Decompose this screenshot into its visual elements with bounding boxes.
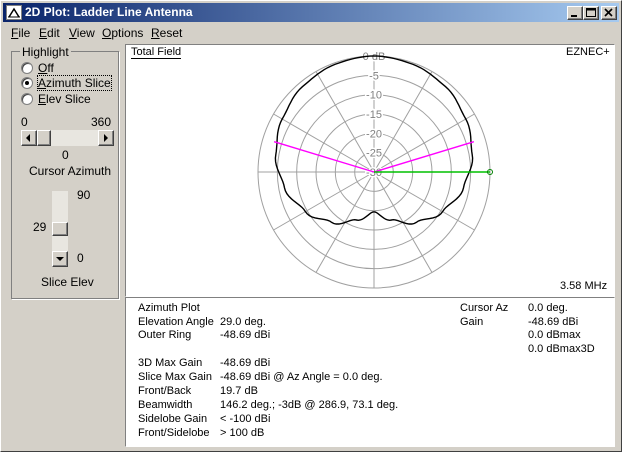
ring-label: -30: [366, 167, 382, 179]
radio-circle[interactable]: [21, 93, 33, 105]
close-icon: [604, 8, 613, 17]
ring-label: -5: [369, 70, 379, 82]
app-icon[interactable]: [6, 5, 22, 20]
info-value: < -100 dBi: [220, 413, 271, 425]
ring-label: -10: [366, 90, 382, 102]
scroll-left-button[interactable]: [21, 130, 37, 146]
radio-circle[interactable]: [21, 62, 33, 74]
info-value: 146.2 deg.; -3dB @ 286.9, 73.1 deg.: [220, 399, 399, 411]
radio-selected-dot: [25, 81, 29, 85]
elev-value: 29: [33, 220, 47, 234]
highlight-group-title: Highlight: [20, 45, 71, 59]
control-panel: Highlight Off Azimuth Slice Elev Slice 0…: [11, 45, 119, 299]
info-label: Azimuth Plot: [138, 302, 200, 314]
azimuth-value: 0: [62, 148, 69, 162]
arrow-right-icon: [104, 134, 108, 142]
info-value: 19.7 dB: [220, 385, 258, 397]
elev-min-label: 0: [77, 251, 84, 265]
info-value: -48.69 dBi @ Az Angle = 0.0 deg.: [220, 371, 383, 383]
ring-label: -20: [366, 128, 382, 140]
plot-window: 2D Plot: Ladder Line Antenna File Edit V…: [0, 0, 622, 452]
arrow-down-icon: [56, 257, 64, 261]
elev-max-label: 90: [77, 188, 91, 202]
menu-options[interactable]: Options: [102, 26, 143, 40]
azimuth-scrollbar[interactable]: [21, 130, 114, 146]
minimize-button[interactable]: [567, 6, 583, 20]
azimuth-max-label: 360: [91, 115, 112, 129]
polar-plot-panel[interactable]: 0 dB -5 -10 -15 -20 -25 -30 Total Field EZNEC+…: [125, 44, 615, 297]
radio-off-label[interactable]: Off: [38, 61, 54, 75]
menu-file[interactable]: File: [11, 26, 30, 40]
info-value: -48.69 dBi: [528, 316, 579, 328]
scroll-down-button[interactable]: [52, 251, 68, 267]
elev-scroll-thumb[interactable]: [52, 222, 68, 237]
radio-circle[interactable]: [21, 77, 33, 89]
plot-header-right: EZNEC+: [566, 46, 610, 58]
info-label: Cursor Az: [460, 302, 509, 314]
maximize-icon: [586, 8, 596, 17]
info-value: -48.69 dBi: [220, 329, 271, 341]
title-bar[interactable]: 2D Plot: Ladder Line Antenna: [3, 3, 619, 22]
info-value: 0.0 dBmax3D: [528, 343, 595, 355]
info-label: 3D Max Gain: [138, 357, 203, 369]
maximize-button[interactable]: [583, 6, 599, 20]
info-label: Beamwidth: [138, 399, 193, 411]
info-label: Gain: [460, 316, 484, 328]
menu-reset[interactable]: Reset: [151, 26, 182, 40]
info-label: Elevation Angle: [138, 316, 214, 328]
info-value: 0.0 deg.: [528, 302, 568, 314]
close-button[interactable]: [601, 6, 617, 20]
menu-bar: File Edit View Options Reset: [3, 23, 619, 41]
info-panel: Azimuth Plot Elevation Angle 29.0 deg. Oute…: [125, 297, 615, 447]
radio-azimuth-slice-label[interactable]: Azimuth Slice: [37, 75, 112, 91]
polar-plot: 0 dB-5-10-15-20-25-30: [257, 50, 493, 289]
frequency-label: 3.58 MHz: [560, 280, 608, 292]
pattern-layer: [273, 55, 493, 225]
elev-caption: Slice Elev: [41, 275, 94, 289]
menu-edit[interactable]: Edit: [39, 26, 60, 40]
info-value: 29.0 deg.: [220, 316, 266, 328]
info-label: Outer Ring: [138, 329, 192, 341]
ring-label: -15: [366, 109, 382, 121]
radio-elev-slice-label[interactable]: Elev Slice: [38, 92, 91, 106]
minimize-icon: [571, 15, 577, 17]
menu-view[interactable]: View: [69, 26, 95, 40]
ring-label: -25: [366, 148, 382, 160]
info-label: Sidelobe Gain: [138, 413, 208, 425]
info-value: -48.69 dBi: [220, 357, 271, 369]
info-value: > 100 dB: [220, 427, 265, 439]
azimuth-min-label: 0: [21, 115, 28, 129]
arrow-left-icon: [26, 134, 30, 142]
info-value: 0.0 dBmax: [528, 329, 581, 341]
elev-scrollbar[interactable]: [52, 191, 68, 267]
info-label: Front/Back: [138, 385, 192, 397]
info-label: Front/Sidelobe: [138, 427, 210, 439]
azimuth-caption: Cursor Azimuth: [29, 164, 112, 178]
plot-header-left: Total Field: [131, 46, 182, 59]
window-title: 2D Plot: Ladder Line Antenna: [25, 5, 193, 19]
azimuth-scroll-thumb[interactable]: [37, 130, 51, 146]
info-label: Slice Max Gain: [138, 371, 212, 383]
scroll-right-button[interactable]: [98, 130, 114, 146]
